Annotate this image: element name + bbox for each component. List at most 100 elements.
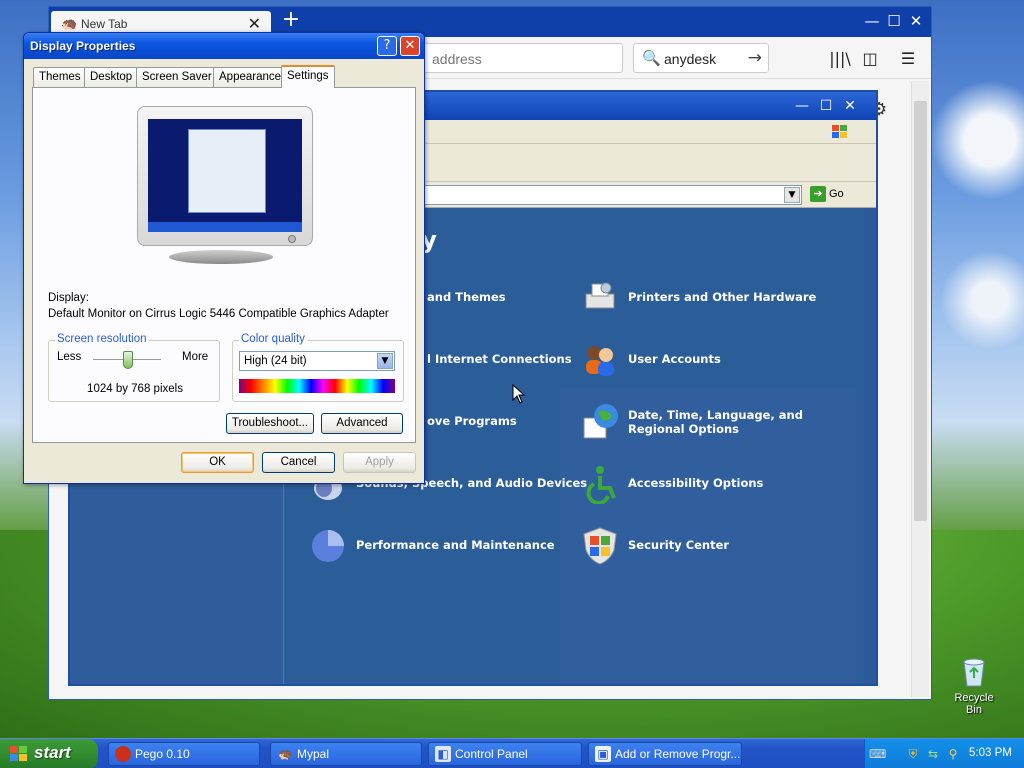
control-panel-icon: ◧ [435,746,451,762]
taskbar-item-control-panel[interactable]: ◧ Control Panel [428,742,582,766]
display-label: Display: [48,292,89,304]
library-icon[interactable]: |||\ [827,47,853,71]
color-quality-value: High (24 bit) [244,355,307,367]
address-go-button[interactable]: ➔ Go [810,186,844,202]
start-button[interactable]: start [0,739,98,768]
new-tab-button[interactable]: + [279,9,303,33]
category-appearance-themes[interactable]: and Themes [427,290,506,304]
category-security-center[interactable]: Security Center [583,527,729,565]
close-window-button[interactable]: ✕ [840,96,860,116]
windows-logo-icon [832,125,847,138]
taskbar-item-add-remove[interactable]: ▣ Add or Remove Progr... [588,742,742,766]
help-button[interactable]: ? [377,36,397,56]
category-accessibility[interactable]: Accessibility Options [586,466,764,504]
category-add-remove-programs[interactable]: ove Programs [427,414,517,428]
mypal-icon: 🦔 [277,747,293,761]
tab-title: New Tab [81,17,128,31]
power-button-icon [288,235,296,243]
category-label: ove Programs [427,414,517,428]
color-quality-select[interactable]: High (24 bit) ▼ [239,351,395,371]
tab-themes[interactable]: Themes [33,67,87,87]
resolution-less-label: Less [57,351,82,363]
pie-chart-icon [312,530,344,562]
chevron-down-icon[interactable]: ▼ [784,187,800,203]
resolution-more-label: More [182,351,209,363]
category-label: User Accounts [628,352,721,366]
network-icon[interactable]: ⇆ [925,746,941,762]
accessibility-icon [586,466,616,504]
recycle-bin-icon [963,658,985,687]
clock[interactable]: 5:03 PM [969,747,1012,759]
hamburger-menu-icon[interactable]: ☰ [895,47,921,71]
cancel-button[interactable]: Cancel [262,452,335,473]
taskbar-item-label: Add or Remove Progr... [615,747,741,761]
search-box[interactable]: 🔍 anydesk → [633,43,769,73]
resolution-slider-thumb[interactable] [123,351,133,369]
go-arrow-icon: ➔ [810,186,826,202]
url-bar[interactable]: address [409,43,623,73]
users-icon [586,346,614,376]
search-icon: 🔍 [642,49,661,67]
category-label: Printers and Other Hardware [628,290,817,304]
printer-icon [585,282,615,309]
tab-settings[interactable]: Settings [281,65,335,88]
start-label: start [34,743,71,762]
scrollbar-thumb[interactable] [914,101,927,521]
maximize-button[interactable]: ☐ [883,11,905,31]
dialog-title: Display Properties [30,39,136,53]
category-label: Performance and Maintenance [356,538,555,552]
category-label: l Internet Connections [427,352,572,366]
desktop-cloud [930,80,1024,200]
category-label: Accessibility Options [628,476,764,490]
taskbar-item-label: Pego 0.10 [135,747,190,761]
monitor-screen [148,119,302,232]
minimize-button[interactable]: — [861,11,883,31]
keyboard-icon[interactable]: ⌨ [869,746,886,762]
ok-button[interactable]: OK [181,452,254,473]
apply-button[interactable]: Apply [343,452,416,473]
tab-desktop[interactable]: Desktop [84,67,139,87]
screen-resolution-group: Screen resolution Less More 1024 by 768 … [48,333,220,402]
search-value: anydesk [664,51,717,67]
recycle-bin-desktop-icon[interactable]: Recycle Bin [946,656,1002,716]
display-value: Default Monitor on Cirrus Logic 5446 Com… [48,308,389,320]
maximize-button[interactable]: ☐ [816,96,836,116]
category-printers-hardware[interactable]: Printers and Other Hardware [585,282,817,309]
dialog-titlebar[interactable]: Display Properties ? ✕ [24,33,424,59]
settings-panel: Display: Default Monitor on Cirrus Logic… [32,87,416,443]
taskbar-item-mypal[interactable]: 🦔 Mypal [270,742,422,766]
resolution-value: 1024 by 768 pixels [87,383,183,395]
close-dialog-button[interactable]: ✕ [400,36,420,56]
chevron-down-icon[interactable]: ▼ [377,353,393,369]
monitor-stand [169,250,273,264]
taskbar-item-label: Mypal [297,747,330,761]
security-shield-icon[interactable]: ⛨ [905,746,921,762]
close-window-button[interactable]: ✕ [905,11,927,31]
category-network-internet[interactable]: l Internet Connections [427,352,572,366]
color-quality-group: Color quality High (24 bit) ▼ [232,333,404,402]
advanced-button[interactable]: Advanced [321,413,403,434]
troubleshoot-button[interactable]: Troubleshoot... [226,413,314,434]
taskbar-item-pego[interactable]: Pego 0.10 [108,742,260,766]
desktop-cloud [940,250,1024,350]
minimize-button[interactable]: — [792,96,812,116]
color-spectrum-bar [239,379,395,393]
category-performance-maintenance[interactable]: Performance and Maintenance [312,530,555,562]
system-tray: ⌨ ⛨ ⇆ ⚲ 5:03 PM [864,739,1024,768]
category-user-accounts[interactable]: User Accounts [586,346,721,376]
address-input[interactable]: ▼ [410,185,802,205]
tab-screen-saver[interactable]: Screen Saver [136,67,218,87]
category-label: Date, Time, Language, and Regional Optio… [628,408,803,436]
tab-appearance[interactable]: Appearance [213,67,288,87]
display-properties-dialog: Display Properties ? ✕ Themes Desktop Sc… [23,32,425,484]
go-label: Go [829,188,844,200]
page-scrollbar[interactable] [911,81,929,697]
search-icon[interactable]: ⚲ [945,746,961,762]
search-go-arrow-icon[interactable]: → [748,48,762,68]
sidebar-icon[interactable]: ◫ [857,47,883,71]
monitor-preview [137,106,313,246]
category-date-time-language[interactable]: Date, Time, Language, and Regional Optio… [583,404,848,439]
add-remove-icon: ▣ [595,746,611,762]
recycle-bin-label: Recycle Bin [954,692,994,716]
close-tab-icon[interactable]: ✕ [248,14,261,33]
